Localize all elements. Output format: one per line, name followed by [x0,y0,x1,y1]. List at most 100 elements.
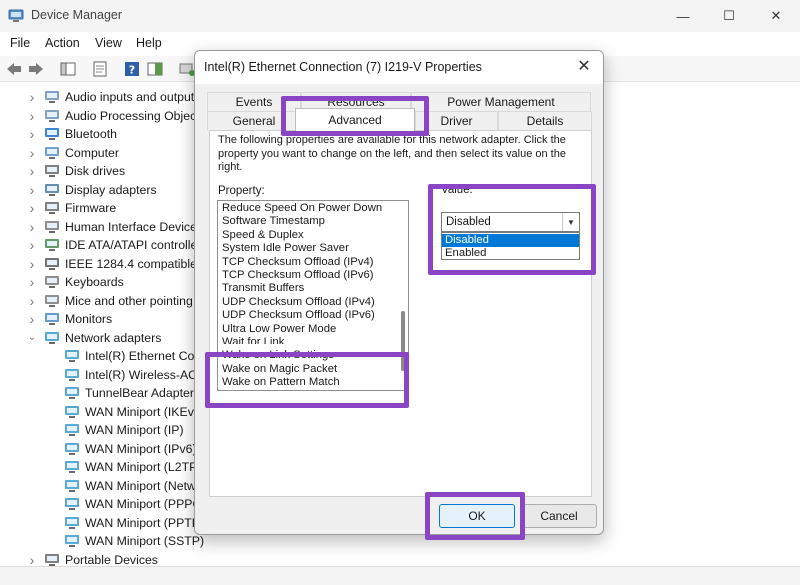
device-category-icon [45,165,59,177]
tree-item-label: Disk drives [65,164,126,178]
tab-details[interactable]: Details [498,111,592,130]
svg-text:?: ? [129,64,135,77]
tree-child-item[interactable]: WAN Miniport (IPv6) [64,440,197,458]
tree-item-label: WAN Miniport (IPv6) [85,441,197,456]
show-hide-console-icon[interactable] [59,60,77,78]
tree-item-label: Monitors [65,312,113,326]
device-category-icon [45,146,59,159]
chevron-right-icon[interactable]: › [26,311,38,327]
property-list-item[interactable]: UDP Checksum Offload (IPv6) [222,309,375,322]
chevron-right-icon[interactable]: › [26,237,38,253]
tree-category-item[interactable]: › Portable Devices [26,551,158,567]
tree-child-item[interactable]: WAN Miniport (PPTP) [64,514,204,532]
back-arrow-icon[interactable] [5,60,23,78]
properties-dialog: Intel(R) Ethernet Connection (7) I219-V … [194,50,604,535]
tree-category-item[interactable]: › Audio Processing Objects [26,107,206,125]
highlight-value-box [428,184,596,275]
cancel-button[interactable]: Cancel [521,504,597,528]
property-list-item[interactable]: UDP Checksum Offload (IPv4) [222,296,375,309]
tree-item-label: Audio Processing Objects [65,108,206,123]
forward-arrow-icon[interactable] [27,60,45,78]
tree-category-item[interactable]: › Human Interface Devices [26,218,203,236]
tree-item-label: TunnelBear Adapter [85,386,194,400]
property-list-item[interactable]: TCP Checksum Offload (IPv6) [222,269,374,282]
dialog-close-icon[interactable]: ✕ [573,56,595,78]
tree-category-item[interactable]: › Monitors [26,310,113,328]
maximize-button[interactable]: ☐ [706,0,752,32]
network-adapter-icon [65,479,79,492]
chevron-right-icon[interactable]: › [26,219,38,235]
property-list-item[interactable]: Wait for Link [222,336,284,344]
tree-category-item[interactable]: › Audio inputs and outputs [26,88,201,106]
tree-child-item[interactable]: WAN Miniport (IKEv2) [64,403,205,421]
chevron-down-icon[interactable]: ⌄ [26,332,38,343]
tree-child-item[interactable]: WAN Miniport (PPPOE) [64,495,214,513]
property-list-item[interactable]: Transmit Buffers [222,282,304,295]
device-category-icon [45,91,59,103]
tree-category-item[interactable]: › Disk drives [26,162,125,180]
dialog-title-bar: Intel(R) Ethernet Connection (7) I219-V … [195,51,603,84]
device-category-icon [45,109,59,122]
network-adapter-icon [65,516,79,529]
tree-child-item[interactable]: TunnelBear Adapter [64,384,194,402]
tree-category-item[interactable]: › Display adapters [26,181,157,199]
tree-item-label: Display adapters [65,182,157,197]
network-adapter-icon [65,461,79,473]
device-manager-icon [8,9,24,22]
network-adapter-icon [65,405,79,418]
tree-category-item[interactable]: ⌄ Network adapters [26,329,162,347]
tree-child-item[interactable]: WAN Miniport (IP) [64,421,184,439]
tab-advanced[interactable]: Advanced [295,108,415,131]
chevron-right-icon[interactable]: › [26,256,38,272]
property-label: Property: [218,185,265,197]
advanced-description: The following properties are available f… [218,134,566,173]
tree-child-item[interactable]: WAN Miniport (L2TP) [64,458,201,476]
property-list-item[interactable]: Speed & Duplex [222,229,304,242]
help-icon[interactable]: ? [123,60,141,78]
tree-item-label: WAN Miniport (SSTP) [85,534,205,548]
network-adapter-icon [65,368,79,381]
chevron-right-icon[interactable]: › [26,552,38,567]
chevron-right-icon[interactable]: › [26,163,38,179]
tab-power-management[interactable]: Power Management [411,92,591,111]
tree-item-label: Network adapters [65,330,162,345]
chevron-right-icon[interactable]: › [26,293,38,309]
tree-item-label: Portable Devices [65,552,158,567]
close-button[interactable]: ✕ [753,0,799,32]
minimize-button[interactable]: — [660,0,706,32]
property-list-item[interactable]: System Idle Power Saver [222,242,349,255]
menu-help[interactable]: Help [136,36,162,50]
property-list-item[interactable]: Reduce Speed On Power Down [222,202,382,215]
window-title: Device Manager [31,8,123,22]
highlight-wake-properties [205,352,409,408]
tree-item-label: Computer [65,145,119,160]
chevron-right-icon[interactable]: › [26,108,38,124]
menu-action[interactable]: Action [45,36,80,50]
tree-category-item[interactable]: › Bluetooth [26,125,117,143]
title-bar: Device Manager — ☐ ✕ [0,0,800,32]
chevron-right-icon[interactable]: › [26,126,38,142]
tree-category-item[interactable]: › Computer [26,144,119,162]
tree-item-label: WAN Miniport (L2TP) [85,460,202,474]
tree-category-item[interactable]: › Firmware [26,199,117,217]
chevron-right-icon[interactable]: › [26,145,38,161]
tree-item-label: WAN Miniport (IKEv2) [85,404,205,419]
properties-icon[interactable] [91,60,109,78]
action-pane-icon[interactable] [146,60,164,78]
menu-file[interactable]: File [10,36,30,50]
tree-item-label: Keyboards [65,275,124,289]
chevron-right-icon[interactable]: › [26,200,38,216]
property-list-item[interactable]: Software Timestamp [222,215,325,228]
chevron-right-icon[interactable]: › [26,89,38,105]
menu-view[interactable]: View [95,36,122,50]
chevron-right-icon[interactable]: › [26,182,38,198]
tree-child-item[interactable]: WAN Miniport (SSTP) [64,532,204,550]
tree-category-item[interactable]: › Keyboards [26,273,124,291]
property-list-item[interactable]: TCP Checksum Offload (IPv4) [222,256,374,269]
tree-category-item[interactable]: › IDE ATA/ATAPI controllers [26,236,208,254]
tree-item-label: Audio inputs and outputs [65,90,201,104]
tree-item-label: Human Interface Devices [65,219,204,234]
property-list-item[interactable]: Ultra Low Power Mode [222,323,336,336]
tree-item-label: IDE ATA/ATAPI controllers [65,238,208,252]
chevron-right-icon[interactable]: › [26,274,38,290]
